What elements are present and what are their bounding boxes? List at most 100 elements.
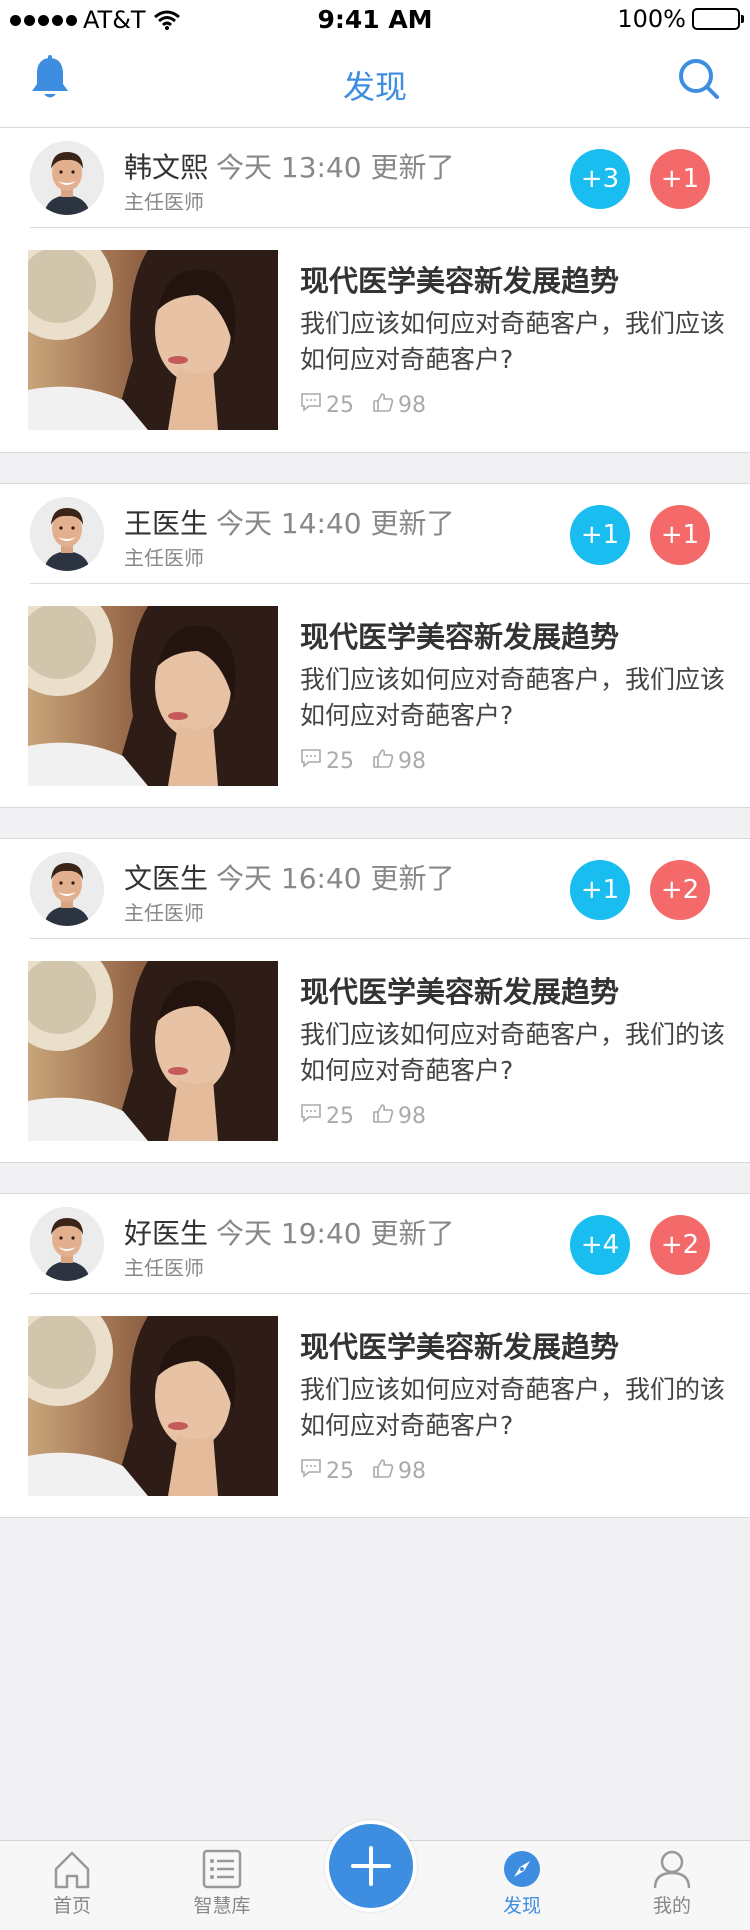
page-title: 发现 (342, 68, 407, 106)
status-right: 100% (617, 5, 744, 33)
battery-icon (692, 8, 744, 30)
like-count[interactable]: 98 (372, 748, 426, 774)
tab-library[interactable]: 智慧库 (162, 1849, 282, 1918)
comment-count-value: 25 (326, 1458, 354, 1484)
author-role: 主任医师 (124, 190, 204, 214)
count-badge-blue[interactable]: +1 (570, 860, 630, 920)
author-name[interactable]: 王医生 (124, 507, 208, 540)
comment-icon (300, 1458, 326, 1484)
article-thumbnail[interactable] (28, 961, 278, 1141)
card-header: 好医生 今天 19:40 更新了 主任医师 +4 +2 (0, 1194, 750, 1294)
card-header: 王医生 今天 14:40 更新了 主任医师 +1 +1 (0, 484, 750, 584)
tab-discover-label: 发现 (502, 1895, 541, 1917)
tab-profile[interactable]: 我的 (612, 1849, 732, 1918)
article-title[interactable]: 现代医学美容新发展趋势 (300, 1324, 619, 1366)
article-preview[interactable]: 现代医学美容新发展趋势 我们应该如何应对奇葩客户，我们应该如何应对奇葩客户? 2… (0, 228, 750, 453)
author-role: 主任医师 (124, 901, 204, 925)
like-count[interactable]: 98 (372, 1103, 426, 1129)
article-stats: 25 98 (300, 1103, 444, 1129)
tab-library-label: 智慧库 (193, 1895, 251, 1917)
article-summary: 我们应该如何应对奇葩客户，我们的该如何应对奇葩客户? (300, 1020, 726, 1085)
author-line: 文医生 今天 16:40 更新了 (124, 857, 455, 897)
count-badge-red[interactable]: +2 (650, 1215, 710, 1275)
author-name[interactable]: 韩文熙 (124, 151, 208, 184)
author-name[interactable]: 好医生 (124, 1217, 208, 1250)
article-title[interactable]: 现代医学美容新发展趋势 (300, 614, 619, 656)
home-icon (54, 1851, 90, 1889)
comment-count-value: 25 (326, 392, 354, 418)
tab-profile-label: 我的 (652, 1895, 691, 1917)
comment-icon (300, 748, 326, 774)
update-time: 今天 14:40 更新了 (216, 507, 455, 540)
article-stats: 25 98 (300, 748, 444, 774)
feed-list: 韩文熙 今天 13:40 更新了 主任医师 +3 +1 现代医学美容新发展趋势 我… (0, 128, 750, 1518)
article-summary: 我们应该如何应对奇葩客户，我们应该如何应对奇葩客户? (300, 309, 726, 374)
thumbs-up-icon (372, 748, 398, 774)
thumbs-up-icon (372, 1458, 398, 1484)
tab-discover[interactable]: 发现 (462, 1849, 582, 1918)
author-line: 王医生 今天 14:40 更新了 (124, 502, 455, 542)
comment-count-value: 25 (326, 748, 354, 774)
like-count-value: 98 (398, 1103, 426, 1129)
article-title[interactable]: 现代医学美容新发展趋势 (300, 969, 619, 1011)
comment-count[interactable]: 25 (300, 748, 354, 774)
add-button[interactable] (325, 1820, 417, 1912)
update-time: 今天 19:40 更新了 (216, 1217, 455, 1250)
article-thumbnail[interactable] (28, 250, 278, 430)
article-stats: 25 98 (300, 392, 444, 418)
article-summary: 我们应该如何应对奇葩客户，我们应该如何应对奇葩客户? (300, 665, 726, 730)
author-role: 主任医师 (124, 546, 204, 570)
article-preview[interactable]: 现代医学美容新发展趋势 我们应该如何应对奇葩客户，我们应该如何应对奇葩客户? 2… (0, 584, 750, 809)
search-icon[interactable] (676, 54, 722, 104)
thumbs-up-icon (372, 392, 398, 418)
article-preview[interactable]: 现代医学美容新发展趋势 我们应该如何应对奇葩客户，我们的该如何应对奇葩客户? 2… (0, 939, 750, 1164)
comment-count[interactable]: 25 (300, 1458, 354, 1484)
count-badge-red[interactable]: +1 (650, 149, 710, 209)
author-line: 韩文熙 今天 13:40 更新了 (124, 146, 455, 186)
tab-home-label: 首页 (52, 1895, 91, 1917)
article-thumbnail[interactable] (28, 606, 278, 786)
like-count-value: 98 (398, 392, 426, 418)
thumbs-up-icon (372, 1103, 398, 1129)
battery-percent: 100% (617, 5, 686, 33)
feed-card[interactable]: 好医生 今天 19:40 更新了 主任医师 +4 +2 现代医学美容新发展趋势 我… (0, 1193, 750, 1518)
nav-bar: 发现 (0, 40, 750, 128)
list-icon (202, 1849, 242, 1889)
article-preview[interactable]: 现代医学美容新发展趋势 我们应该如何应对奇葩客户，我们的该如何应对奇葩客户? 2… (0, 1294, 750, 1519)
avatar[interactable] (30, 1207, 104, 1281)
author-role: 主任医师 (124, 1256, 204, 1280)
article-thumbnail[interactable] (28, 1316, 278, 1496)
tab-home[interactable]: 首页 (12, 1849, 132, 1918)
author-name[interactable]: 文医生 (124, 862, 208, 895)
count-badge-red[interactable]: +1 (650, 505, 710, 565)
avatar[interactable] (30, 141, 104, 215)
comment-icon (300, 392, 326, 418)
article-stats: 25 98 (300, 1458, 444, 1484)
count-badge-blue[interactable]: +3 (570, 149, 630, 209)
avatar[interactable] (30, 497, 104, 571)
card-header: 韩文熙 今天 13:40 更新了 主任医师 +3 +1 (0, 128, 750, 228)
comment-count[interactable]: 25 (300, 1103, 354, 1129)
compass-icon (504, 1851, 540, 1887)
count-badge-blue[interactable]: +1 (570, 505, 630, 565)
feed-card[interactable]: 王医生 今天 14:40 更新了 主任医师 +1 +1 现代医学美容新发展趋势 我… (0, 483, 750, 808)
count-badge-red[interactable]: +2 (650, 860, 710, 920)
like-count-value: 98 (398, 1458, 426, 1484)
like-count[interactable]: 98 (372, 1458, 426, 1484)
author-line: 好医生 今天 19:40 更新了 (124, 1212, 455, 1252)
update-time: 今天 16:40 更新了 (216, 862, 455, 895)
comment-icon (300, 1103, 326, 1129)
feed-card[interactable]: 韩文熙 今天 13:40 更新了 主任医师 +3 +1 现代医学美容新发展趋势 我… (0, 128, 750, 453)
avatar[interactable] (30, 852, 104, 926)
comment-count[interactable]: 25 (300, 392, 354, 418)
like-count[interactable]: 98 (372, 392, 426, 418)
status-bar: AT&T 9:41 AM 100% (0, 0, 750, 40)
comment-count-value: 25 (326, 1103, 354, 1129)
feed-card[interactable]: 文医生 今天 16:40 更新了 主任医师 +1 +2 现代医学美容新发展趋势 我… (0, 838, 750, 1163)
article-summary: 我们应该如何应对奇葩客户，我们的该如何应对奇葩客户? (300, 1375, 726, 1440)
card-header: 文医生 今天 16:40 更新了 主任医师 +1 +2 (0, 839, 750, 939)
update-time: 今天 13:40 更新了 (216, 151, 455, 184)
count-badge-blue[interactable]: +4 (570, 1215, 630, 1275)
article-title[interactable]: 现代医学美容新发展趋势 (300, 258, 619, 300)
user-icon (653, 1850, 691, 1889)
